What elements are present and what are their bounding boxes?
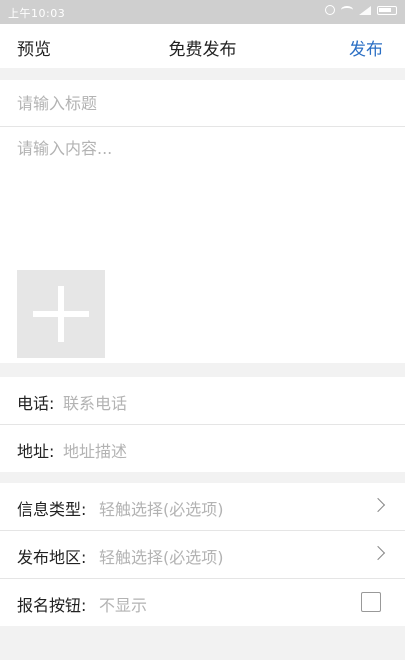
status-bar: 上午10:03 bbox=[0, 0, 405, 24]
info-type-value: 轻触选择(必选项) bbox=[99, 500, 224, 519]
signup-row: 报名按钮: 不显示 bbox=[0, 579, 405, 626]
status-icons bbox=[325, 5, 397, 15]
battery-icon bbox=[377, 5, 397, 15]
phone-label: 电话: bbox=[17, 394, 55, 413]
chevron-right-icon bbox=[370, 497, 386, 513]
content-input[interactable] bbox=[17, 135, 387, 255]
signup-checkbox[interactable] bbox=[361, 592, 381, 612]
signal-icon bbox=[359, 5, 371, 15]
address-label: 地址: bbox=[17, 442, 55, 461]
publish-button[interactable]: 发布 bbox=[349, 35, 383, 60]
info-type-label: 信息类型: bbox=[17, 500, 87, 519]
signup-value: 不显示 bbox=[99, 596, 148, 615]
alarm-icon bbox=[325, 5, 335, 15]
wifi-icon bbox=[341, 6, 353, 14]
post-editor bbox=[0, 80, 405, 363]
title-input[interactable] bbox=[17, 94, 387, 113]
region-row[interactable]: 发布地区: 轻触选择(必选项) bbox=[0, 531, 405, 578]
address-input[interactable]: 地址描述 bbox=[63, 438, 127, 462]
chevron-right-icon bbox=[370, 545, 386, 561]
region-label: 发布地区: bbox=[17, 548, 87, 567]
signup-label: 报名按钮: bbox=[17, 596, 87, 615]
phone-input[interactable]: 联系电话 bbox=[63, 390, 127, 414]
contact-section: 电话: 联系电话 地址: 地址描述 bbox=[0, 377, 405, 472]
address-row[interactable]: 地址: 地址描述 bbox=[0, 425, 405, 472]
phone-row[interactable]: 电话: 联系电话 bbox=[0, 377, 405, 424]
divider bbox=[0, 126, 405, 127]
status-time: 上午10:03 bbox=[8, 7, 66, 20]
region-value: 轻触选择(必选项) bbox=[99, 548, 224, 567]
plus-icon-vertical bbox=[58, 286, 64, 342]
page-title: 免费发布 bbox=[168, 40, 237, 60]
options-section: 信息类型: 轻触选择(必选项) 发布地区: 轻触选择(必选项) 报名按钮: 不显… bbox=[0, 483, 405, 626]
add-photo-button[interactable] bbox=[17, 270, 105, 358]
nav-bar: 预览 免费发布 发布 bbox=[0, 24, 405, 68]
info-type-row[interactable]: 信息类型: 轻触选择(必选项) bbox=[0, 483, 405, 530]
